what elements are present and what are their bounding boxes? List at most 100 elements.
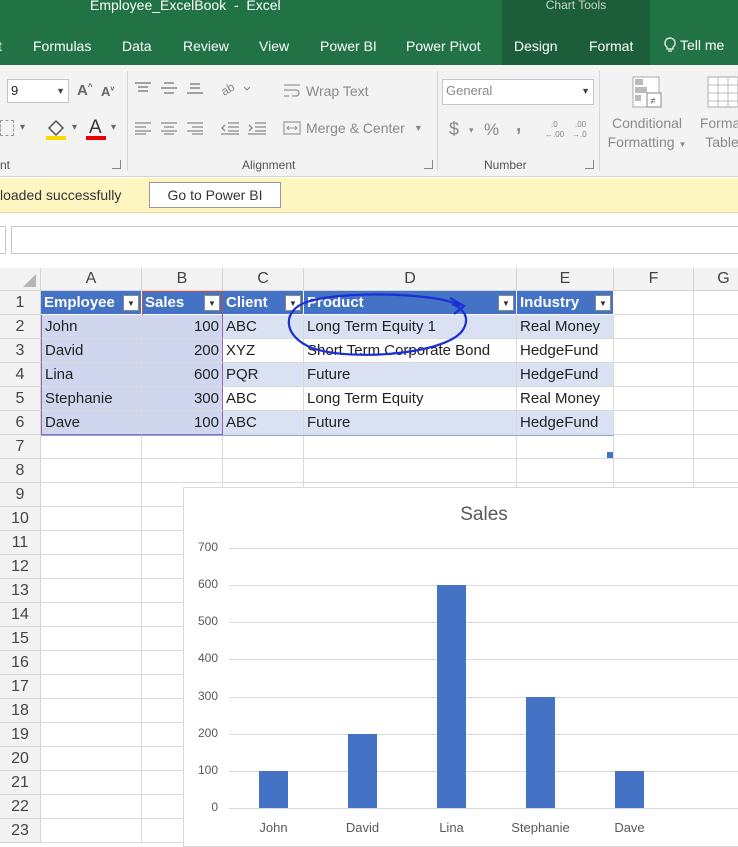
- cell[interactable]: [614, 315, 694, 339]
- tab-insert-partial[interactable]: t: [0, 38, 2, 54]
- cell[interactable]: [41, 771, 142, 795]
- row-header-13[interactable]: 13: [0, 579, 41, 603]
- name-box[interactable]: [0, 226, 6, 254]
- cell[interactable]: [614, 459, 694, 483]
- bar-dave[interactable]: [615, 770, 644, 808]
- tell-me-search[interactable]: Tell me: [664, 37, 724, 53]
- align-left-icon[interactable]: [134, 121, 152, 139]
- row-header-1[interactable]: 1: [0, 291, 41, 315]
- cell[interactable]: [694, 339, 738, 363]
- cell[interactable]: [41, 603, 142, 627]
- cell[interactable]: [41, 459, 142, 483]
- cell[interactable]: [41, 795, 142, 819]
- cell-client[interactable]: ABC: [223, 387, 304, 411]
- cell-sales[interactable]: 600: [142, 363, 223, 387]
- cell[interactable]: [694, 315, 738, 339]
- cell-product[interactable]: Long Term Equity: [304, 387, 517, 411]
- row-header-18[interactable]: 18: [0, 699, 41, 723]
- tab-data[interactable]: Data: [122, 38, 152, 54]
- row-header-11[interactable]: 11: [0, 531, 41, 555]
- column-header-e[interactable]: E: [517, 268, 614, 291]
- tab-formulas[interactable]: Formulas: [33, 38, 91, 54]
- cell[interactable]: [41, 435, 142, 459]
- cell[interactable]: [694, 411, 738, 435]
- cell-client[interactable]: ABC: [223, 411, 304, 435]
- filter-dropdown-icon[interactable]: ▼: [123, 295, 139, 311]
- wrap-text-button[interactable]: Wrap Text: [283, 83, 369, 99]
- row-header-8[interactable]: 8: [0, 459, 41, 483]
- cell-employee[interactable]: Lina: [41, 363, 142, 387]
- cell[interactable]: [614, 291, 694, 315]
- merge-center-button[interactable]: Merge & Center ▼: [283, 120, 423, 136]
- format-as-table-button[interactable]: Format Table: [692, 73, 738, 158]
- cell-product[interactable]: Future: [304, 363, 517, 387]
- tab-review[interactable]: Review: [183, 38, 229, 54]
- decrease-decimal-icon[interactable]: .00 →.0: [572, 119, 594, 143]
- row-header-19[interactable]: 19: [0, 723, 41, 747]
- cell[interactable]: [517, 435, 614, 459]
- row-header-5[interactable]: 5: [0, 387, 41, 411]
- row-header-15[interactable]: 15: [0, 627, 41, 651]
- column-header-f[interactable]: F: [614, 268, 694, 291]
- bar-lina[interactable]: [437, 585, 466, 808]
- filter-dropdown-icon[interactable]: ▼: [595, 295, 611, 311]
- cell[interactable]: [41, 531, 142, 555]
- row-header-21[interactable]: 21: [0, 771, 41, 795]
- row-header-17[interactable]: 17: [0, 675, 41, 699]
- row-header-6[interactable]: 6: [0, 411, 41, 435]
- row-header-14[interactable]: 14: [0, 603, 41, 627]
- cell[interactable]: [517, 459, 614, 483]
- number-format-select[interactable]: General ▼: [442, 79, 594, 105]
- conditional-formatting-button[interactable]: ≠ Conditional Formatting ▼: [604, 73, 690, 158]
- orientation-icon[interactable]: ab: [218, 79, 251, 101]
- sales-chart[interactable]: Sales 0 100 200 300 400 500 600 700 John David Lin…: [183, 487, 738, 847]
- worksheet-grid[interactable]: ABCDEFG 1 2 3 4 5 6 7 8 9 10 11 12 13 14 15 16 17 18 19 20 2…: [0, 268, 738, 847]
- cell-industry[interactable]: HedgeFund: [517, 363, 614, 387]
- cell[interactable]: [41, 507, 142, 531]
- cell-employee[interactable]: Dave: [41, 411, 142, 435]
- cell[interactable]: [694, 435, 738, 459]
- column-header-b[interactable]: B: [142, 268, 223, 291]
- table-resize-handle[interactable]: [607, 452, 613, 458]
- cell-employee[interactable]: David: [41, 339, 142, 363]
- cell[interactable]: [41, 627, 142, 651]
- bar-john[interactable]: [259, 770, 288, 808]
- align-bottom-icon[interactable]: [186, 81, 204, 99]
- chevron-down-icon[interactable]: ▾: [469, 125, 474, 136]
- borders-icon[interactable]: [0, 120, 14, 136]
- cell-sales[interactable]: 300: [142, 387, 223, 411]
- cell-employee[interactable]: Stephanie: [41, 387, 142, 411]
- tab-power-pivot[interactable]: Power Pivot: [406, 38, 481, 54]
- cell[interactable]: [694, 363, 738, 387]
- tab-format[interactable]: Format: [589, 38, 633, 54]
- cell-industry[interactable]: Real Money: [517, 315, 614, 339]
- increase-font-size-icon[interactable]: A^: [77, 82, 93, 99]
- header-industry[interactable]: Industry ▼: [517, 291, 614, 315]
- cell[interactable]: [694, 291, 738, 315]
- align-center-icon[interactable]: [160, 121, 178, 139]
- cell[interactable]: [223, 435, 304, 459]
- cell-client[interactable]: PQR: [223, 363, 304, 387]
- cell-employee[interactable]: John: [41, 315, 142, 339]
- select-all-button[interactable]: [0, 268, 41, 291]
- increase-indent-icon[interactable]: [247, 121, 267, 139]
- row-header-22[interactable]: 22: [0, 795, 41, 819]
- cell[interactable]: [41, 723, 142, 747]
- currency-format-button[interactable]: $: [449, 119, 459, 140]
- column-header-a[interactable]: A: [41, 268, 142, 291]
- cell[interactable]: [41, 675, 142, 699]
- cell-industry[interactable]: HedgeFund: [517, 339, 614, 363]
- row-header-4[interactable]: 4: [0, 363, 41, 387]
- row-header-20[interactable]: 20: [0, 747, 41, 771]
- cell-industry[interactable]: Real Money: [517, 387, 614, 411]
- chevron-down-icon[interactable]: ▾: [20, 122, 25, 133]
- tab-view[interactable]: View: [259, 38, 289, 54]
- row-header-12[interactable]: 12: [0, 555, 41, 579]
- decrease-font-size-icon[interactable]: Av: [101, 84, 114, 99]
- cell[interactable]: [41, 555, 142, 579]
- alignment-dialog-launcher-icon[interactable]: [424, 160, 433, 169]
- align-middle-icon[interactable]: [160, 81, 178, 99]
- cell[interactable]: [41, 579, 142, 603]
- percent-style-button[interactable]: %: [484, 120, 499, 140]
- row-header-10[interactable]: 10: [0, 507, 41, 531]
